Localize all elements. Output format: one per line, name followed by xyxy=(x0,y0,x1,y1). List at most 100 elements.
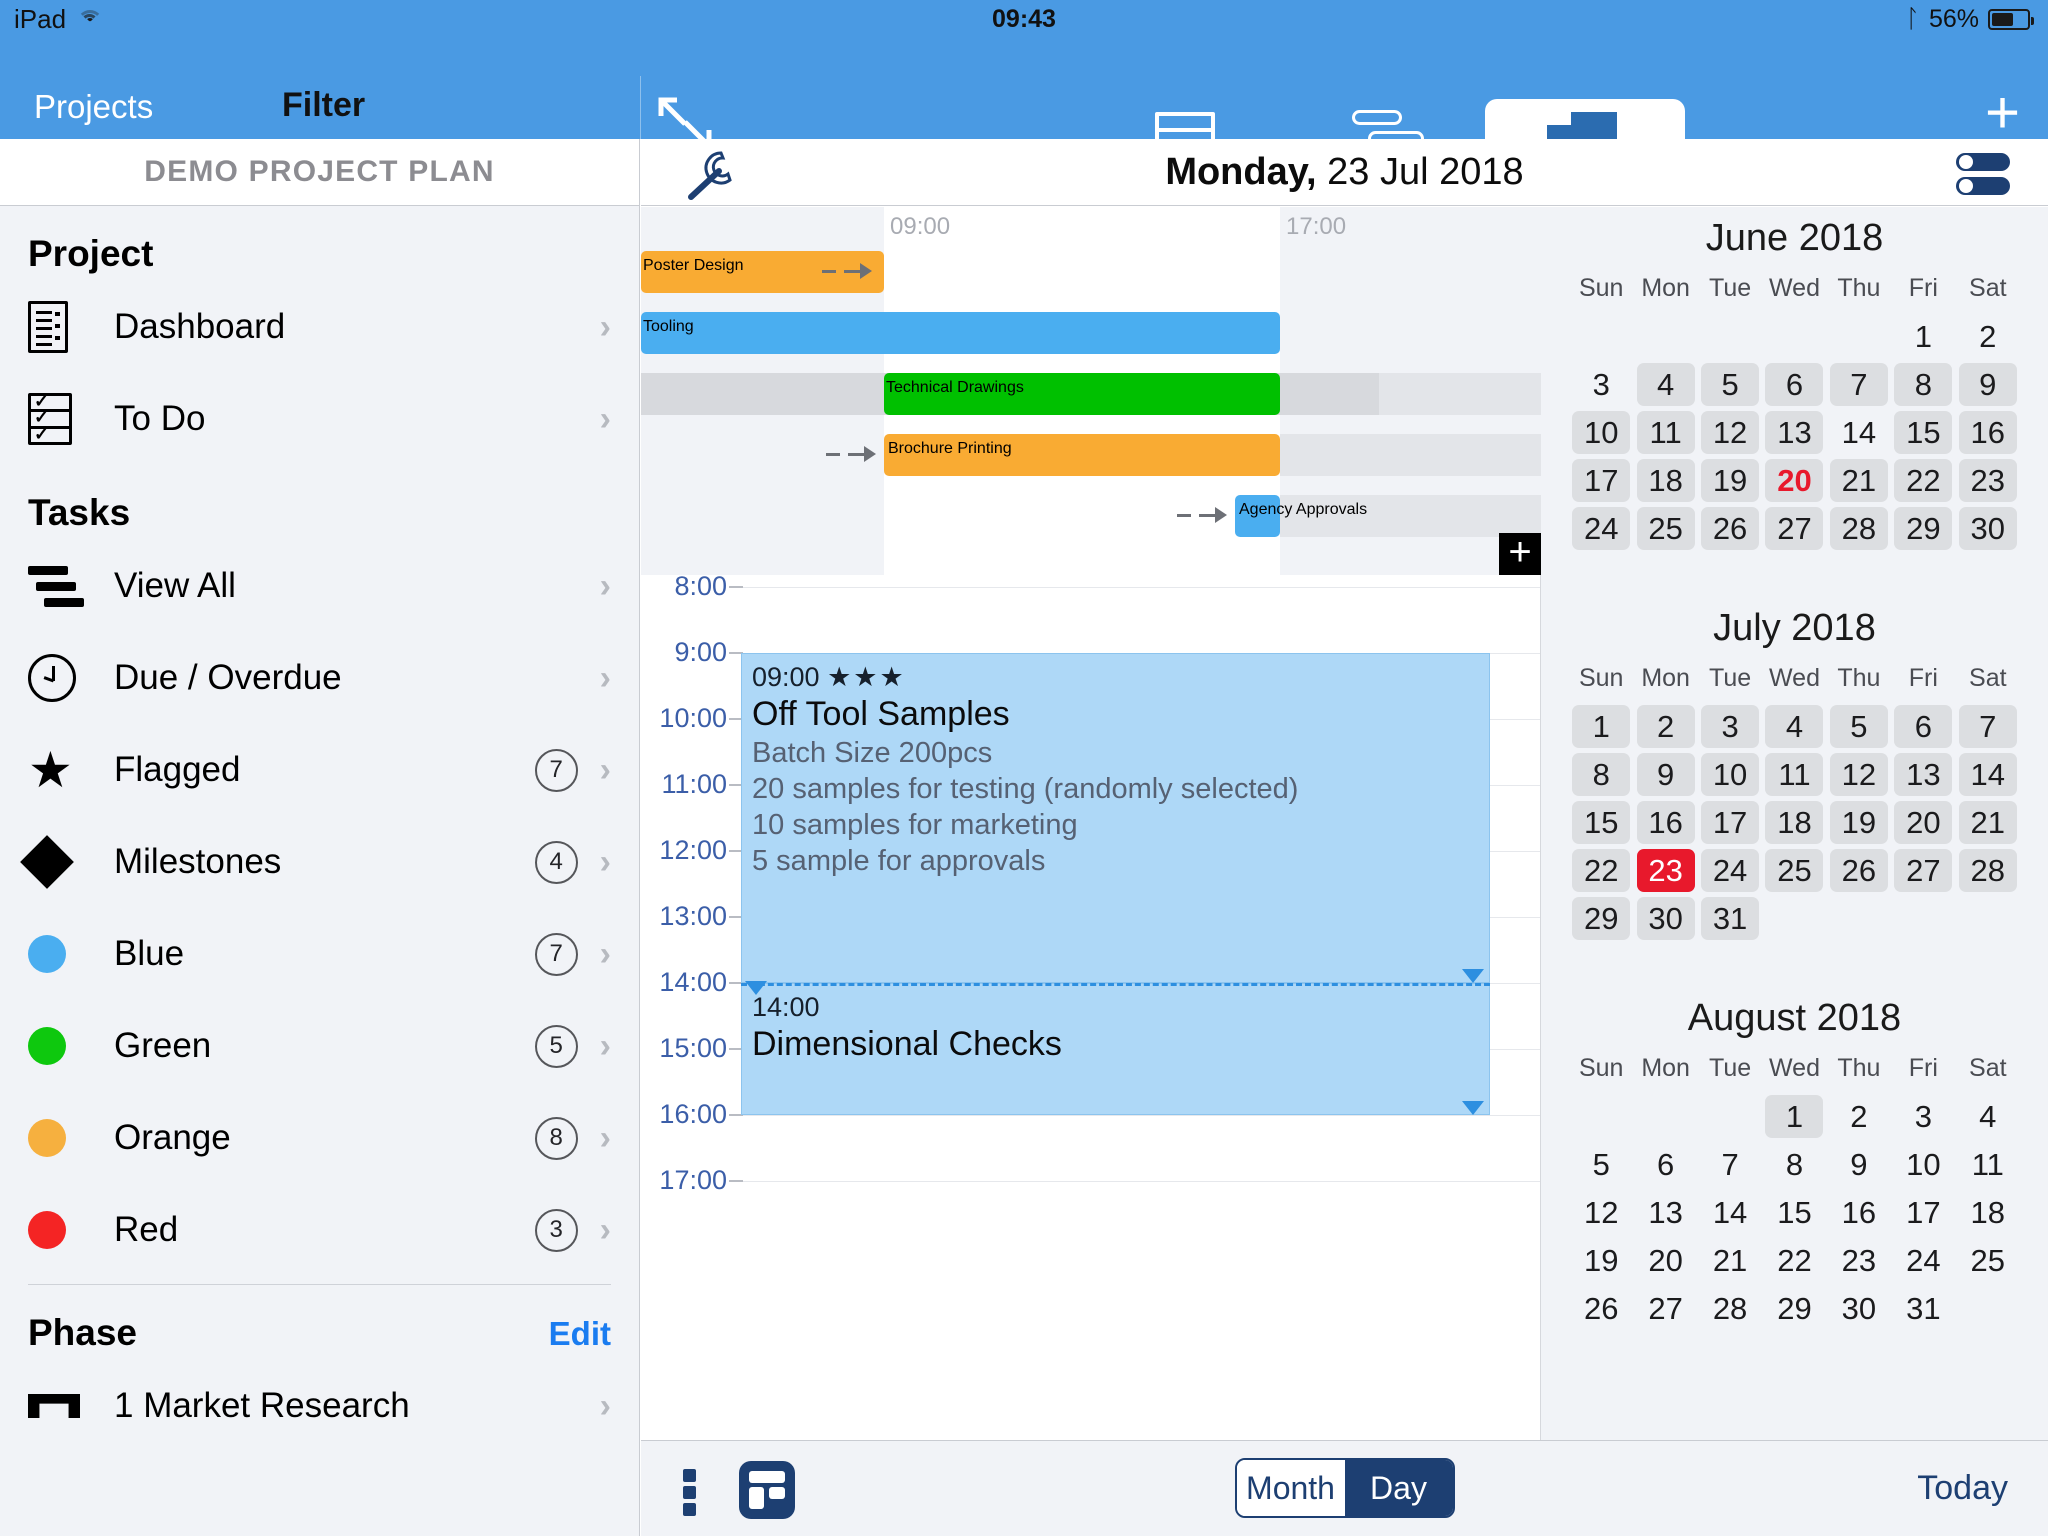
today-button[interactable]: Today xyxy=(1917,1469,2008,1508)
calendar-day[interactable]: 11 xyxy=(1636,411,1695,454)
calendar-day[interactable]: 9 xyxy=(1636,753,1695,796)
calendar-day[interactable]: 22 xyxy=(1894,459,1953,502)
calendar-day[interactable]: 28 xyxy=(1829,507,1888,550)
calendar-day[interactable]: 20 xyxy=(1894,801,1953,844)
calendar-day[interactable]: 12 xyxy=(1829,753,1888,796)
calendar-day[interactable]: 15 xyxy=(1894,411,1953,454)
sidebar-item-view-all[interactable]: View All › xyxy=(0,540,639,632)
add-button[interactable]: + xyxy=(1985,83,2020,143)
calendar-day[interactable]: 13 xyxy=(1637,1191,1695,1234)
calendar-day[interactable]: 10 xyxy=(1894,1143,1952,1186)
calendar-day[interactable]: 17 xyxy=(1701,801,1760,844)
calendar-day[interactable]: 7 xyxy=(1829,363,1888,406)
calendar-day[interactable]: 12 xyxy=(1701,411,1760,454)
calendar-day[interactable]: 31 xyxy=(1701,897,1760,940)
calendar-day[interactable]: 6 xyxy=(1637,1143,1695,1186)
calendar-day[interactable]: 19 xyxy=(1829,801,1888,844)
calendar-day[interactable]: 10 xyxy=(1701,753,1760,796)
calendar-day[interactable]: 14 xyxy=(1701,1191,1759,1234)
sidebar-item-to-do[interactable]: To Do › xyxy=(0,373,639,465)
projects-button[interactable]: Projects xyxy=(34,88,153,126)
calendar-day[interactable]: 13 xyxy=(1765,411,1824,454)
calendar-day[interactable]: 25 xyxy=(1765,849,1824,892)
segment-month[interactable]: Month xyxy=(1236,1460,1345,1516)
calendar-day[interactable]: 11 xyxy=(1959,1143,2017,1186)
calendar-day[interactable]: 4 xyxy=(1636,363,1695,406)
calendar-day[interactable]: 27 xyxy=(1894,849,1953,892)
calendar-day[interactable]: 31 xyxy=(1894,1287,1952,1330)
calendar-day[interactable]: 8 xyxy=(1572,753,1631,796)
calendar-day[interactable]: 27 xyxy=(1765,507,1824,550)
calendar-day[interactable]: 6 xyxy=(1894,705,1953,748)
day-schedule[interactable]: 8:00 9:00 10:00 11:00 12:00 13:00 14:00 15:00 16… xyxy=(641,575,1540,1440)
calendar-day[interactable]: 26 xyxy=(1701,507,1760,550)
calendar-day[interactable]: 1 xyxy=(1765,1095,1824,1138)
calendar-day[interactable]: 28 xyxy=(1958,849,2017,892)
calendar-day[interactable]: 16 xyxy=(1958,411,2017,454)
calendar-day[interactable]: 7 xyxy=(1701,1143,1759,1186)
calendar-day[interactable]: 28 xyxy=(1701,1287,1759,1330)
sidebar-item-blue[interactable]: Blue 7 › xyxy=(0,908,639,1000)
calendar-day[interactable]: 27 xyxy=(1637,1287,1695,1330)
calendar-day[interactable]: 21 xyxy=(1701,1239,1759,1282)
sidebar-item-orange[interactable]: Orange 8 › xyxy=(0,1092,639,1184)
edit-phases-button[interactable]: Edit xyxy=(549,1315,611,1353)
calendar-day[interactable]: 4 xyxy=(1765,705,1824,748)
calendar-day[interactable]: 30 xyxy=(1636,897,1695,940)
calendar-day[interactable]: 22 xyxy=(1765,1239,1823,1282)
calendar-day[interactable]: 14 xyxy=(1830,411,1888,454)
calendar-day[interactable]: 29 xyxy=(1572,897,1631,940)
calendar-day[interactable]: 30 xyxy=(1958,507,2017,550)
calendar-day[interactable]: 24 xyxy=(1572,507,1631,550)
calendar-day[interactable]: 2 xyxy=(1636,705,1695,748)
calendar-day[interactable]: 26 xyxy=(1572,1287,1630,1330)
calendar-day[interactable]: 2 xyxy=(1959,315,2017,358)
calendar-day[interactable]: 22 xyxy=(1572,849,1631,892)
sidebar-item-dashboard[interactable]: Dashboard › xyxy=(0,281,639,373)
calendar-day[interactable]: 5 xyxy=(1701,363,1760,406)
calendar-day[interactable]: 24 xyxy=(1701,849,1760,892)
calendar-day[interactable]: 21 xyxy=(1829,459,1888,502)
calendar-day[interactable]: 19 xyxy=(1701,459,1760,502)
calendar-day[interactable]: 4 xyxy=(1959,1095,2017,1138)
sidebar-item-due-overdue[interactable]: Due / Overdue › xyxy=(0,632,639,724)
calendar-day[interactable]: 1 xyxy=(1572,705,1631,748)
sidebar-item-red[interactable]: Red 3 › xyxy=(0,1184,639,1276)
calendar-day[interactable]: 2 xyxy=(1830,1095,1888,1138)
sidebar-item-milestones[interactable]: Milestones 4 › xyxy=(0,816,639,908)
calendar-day[interactable]: 11 xyxy=(1765,753,1824,796)
calendar-day[interactable]: 19 xyxy=(1572,1239,1630,1282)
calendar-day[interactable]: 10 xyxy=(1572,411,1631,454)
calendar-day[interactable]: 17 xyxy=(1572,459,1631,502)
calendar-day[interactable]: 26 xyxy=(1829,849,1888,892)
calendar-day[interactable]: 15 xyxy=(1765,1191,1823,1234)
schedule-event[interactable]: 09:00 ★★★ Off Tool Samples Batch Size 200p… xyxy=(741,653,1490,983)
calendar-day[interactable]: 13 xyxy=(1894,753,1953,796)
calendar-day[interactable]: 6 xyxy=(1765,363,1824,406)
calendar-day[interactable]: 1 xyxy=(1894,315,1952,358)
calendar-day[interactable]: 23 xyxy=(1636,849,1695,892)
calendar-day[interactable]: 23 xyxy=(1958,459,2017,502)
calendar-day[interactable]: 3 xyxy=(1701,705,1760,748)
calendar-day[interactable]: 24 xyxy=(1894,1239,1952,1282)
calendar-day[interactable]: 8 xyxy=(1765,1143,1823,1186)
toggles-icon[interactable] xyxy=(1956,153,2010,195)
calendar-day[interactable]: 30 xyxy=(1830,1287,1888,1330)
sidebar-item-flagged[interactable]: ★ Flagged 7 › xyxy=(0,724,639,816)
event-resize-handle[interactable] xyxy=(745,981,767,995)
calendar-day[interactable]: 18 xyxy=(1959,1191,2017,1234)
layout-icon[interactable] xyxy=(739,1461,795,1519)
schedule-event[interactable]: 14:00 Dimensional Checks xyxy=(741,983,1490,1115)
calendar-day[interactable]: 25 xyxy=(1959,1239,2017,1282)
calendar-day[interactable]: 7 xyxy=(1958,705,2017,748)
calendar-day[interactable]: 20 xyxy=(1765,459,1824,502)
calendar-day[interactable]: 3 xyxy=(1572,363,1630,406)
calendar-day[interactable]: 12 xyxy=(1572,1191,1630,1234)
calendar-day[interactable]: 9 xyxy=(1958,363,2017,406)
calendar-day[interactable]: 9 xyxy=(1830,1143,1888,1186)
event-resize-handle[interactable] xyxy=(1462,1101,1484,1115)
event-resize-handle[interactable] xyxy=(1462,969,1484,983)
calendar-day[interactable]: 5 xyxy=(1829,705,1888,748)
calendar-day[interactable]: 3 xyxy=(1894,1095,1952,1138)
calendar-day[interactable]: 5 xyxy=(1572,1143,1630,1186)
